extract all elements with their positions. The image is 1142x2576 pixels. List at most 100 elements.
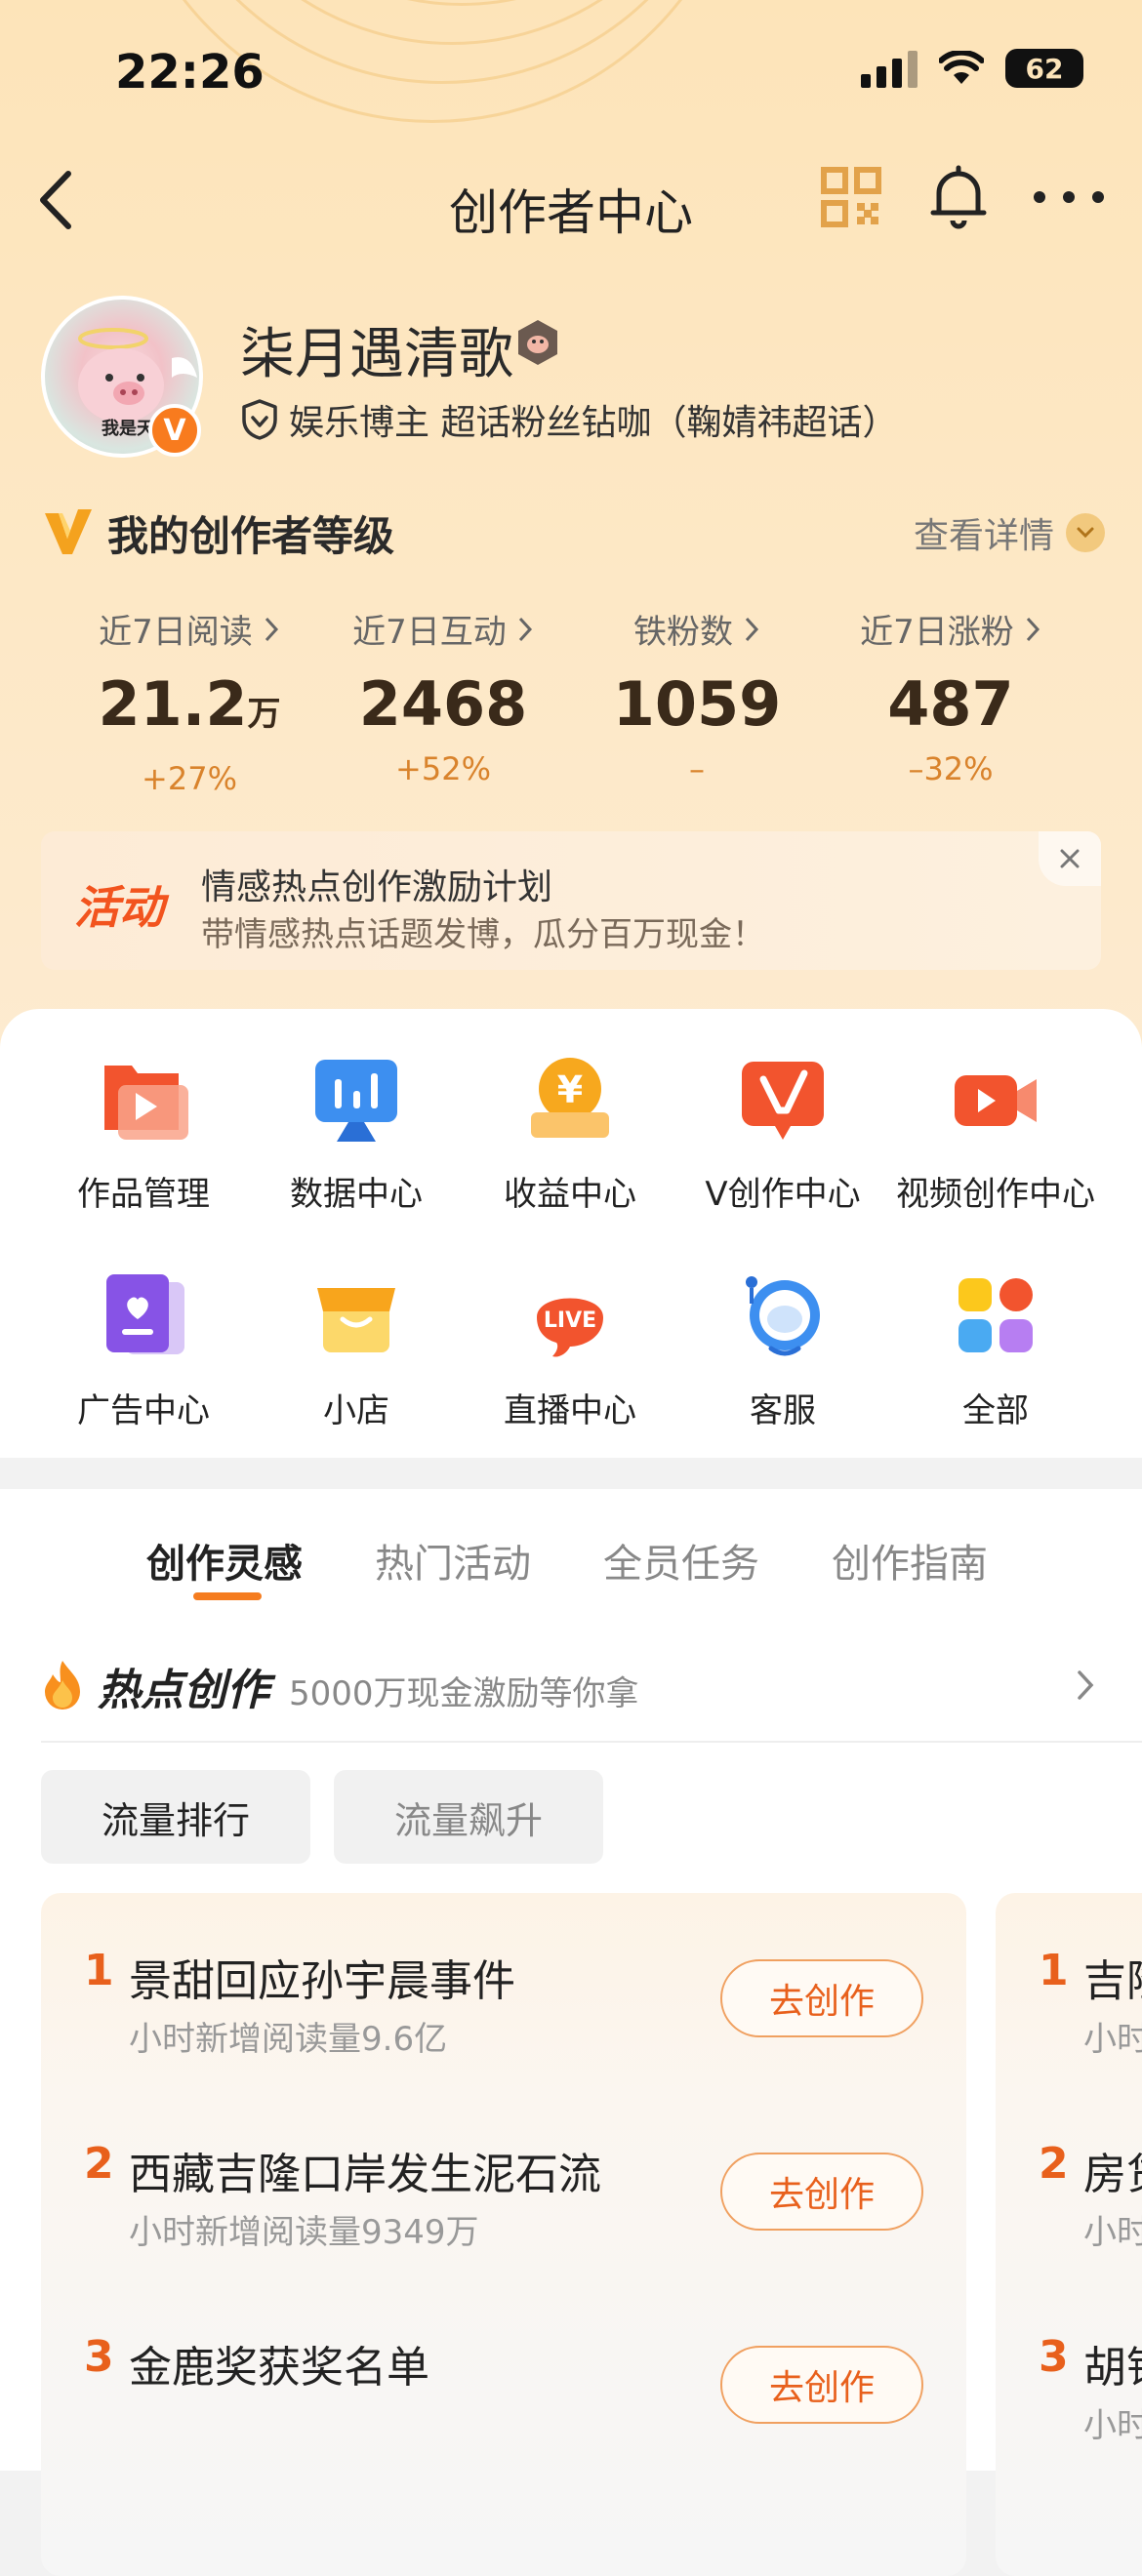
rank-number: 1 bbox=[84, 1946, 114, 1995]
grid-item-v-create[interactable]: V创作中心 bbox=[675, 1052, 890, 1215]
service-icon bbox=[746, 1276, 820, 1356]
grid-item-ad[interactable]: 广告中心 bbox=[36, 1268, 251, 1431]
view-details-link[interactable]: 查看详情 bbox=[914, 507, 1105, 558]
rank-title: 吉隆 bbox=[1083, 1956, 1142, 2006]
wifi-icon bbox=[939, 51, 984, 84]
grid-label: 客服 bbox=[750, 1391, 816, 1430]
stat-change: +52% bbox=[395, 750, 491, 787]
tools-grid: 作品管理 数据中心 ¥ 收益中心 V创作中心 视频创作中心 广告中心 小店 LI… bbox=[0, 1009, 1142, 1458]
ranking-item[interactable]: 2 西藏吉隆口岸发生泥石流 小时新增阅读量9349万 去创作 bbox=[41, 2129, 966, 2305]
battery-icon: 62 bbox=[1005, 49, 1083, 88]
user-subtitle: 娱乐博主 超话粉丝钻咖（鞠婧祎超话） bbox=[289, 403, 898, 443]
inspiration-section: 创作灵感 热门活动 全员任务 创作指南 热点创作 5000万现金激励等你拿 流量… bbox=[0, 1489, 1142, 2576]
view-details-label: 查看详情 bbox=[913, 516, 1054, 556]
hot-creation-title: 热点创作 bbox=[98, 1666, 269, 1715]
rank-title: 西藏吉隆口岸发生泥石流 bbox=[129, 2150, 601, 2199]
more-icon[interactable] bbox=[1030, 178, 1108, 217]
banner-title: 情感热点创作激励计划 bbox=[201, 867, 553, 907]
rank-title: 景甜回应孙宇晨事件 bbox=[129, 1956, 515, 2006]
go-create-button[interactable]: 去创作 bbox=[720, 2346, 923, 2424]
stat-label: 铁粉数 bbox=[633, 613, 733, 652]
stat-iron-fans[interactable]: 铁粉数 1059 – bbox=[570, 605, 824, 787]
rank-number: 3 bbox=[84, 2332, 114, 2382]
ranking-item[interactable]: 1 吉隆 小时 bbox=[996, 1936, 1142, 2112]
grid-item-video[interactable]: 视频创作中心 bbox=[888, 1052, 1103, 1215]
go-create-button[interactable]: 去创作 bbox=[720, 2153, 923, 2231]
ranking-item[interactable]: 3 金鹿奖获奖名单 去创作 bbox=[41, 2322, 966, 2498]
grid-label: 数据中心 bbox=[290, 1175, 423, 1214]
grid-item-works[interactable]: 作品管理 bbox=[36, 1052, 251, 1215]
stat-label: 近7日互动 bbox=[352, 613, 507, 652]
income-icon: ¥ bbox=[531, 1058, 609, 1138]
chevron-right-icon bbox=[745, 617, 759, 641]
grid-label: 视频创作中心 bbox=[896, 1175, 1095, 1214]
tab-all-tasks[interactable]: 全员任务 bbox=[603, 1532, 759, 1589]
grid-label: 作品管理 bbox=[77, 1175, 210, 1214]
v-create-icon bbox=[742, 1062, 824, 1140]
grid-label: V创作中心 bbox=[705, 1175, 861, 1214]
grid-item-live[interactable]: LIVE 直播中心 bbox=[463, 1268, 677, 1431]
stat-new-fans[interactable]: 近7日涨粉 487 –32% bbox=[824, 605, 1078, 787]
grid-label: 广告中心 bbox=[77, 1391, 210, 1430]
rank-title: 胡锡 bbox=[1083, 2343, 1142, 2393]
bell-icon[interactable] bbox=[927, 164, 990, 232]
status-time: 22:26 bbox=[115, 45, 265, 100]
nav-bar: 创作者中心 bbox=[0, 156, 1142, 244]
creator-level-title: 我的创作者等级 bbox=[107, 512, 395, 560]
rank-subtitle: 小时 bbox=[1083, 2020, 1142, 2059]
go-create-button[interactable]: 去创作 bbox=[720, 1959, 923, 2037]
chevron-right-icon bbox=[265, 617, 278, 641]
tab-underline bbox=[193, 1592, 262, 1600]
tab-hot-activities[interactable]: 热门活动 bbox=[375, 1532, 531, 1589]
banner-subtitle: 带情感热点话题发博，瓜分百万现金！ bbox=[201, 915, 765, 954]
divider bbox=[41, 1741, 1142, 1743]
stat-read[interactable]: 近7日阅读 21.2万 +27% bbox=[62, 605, 316, 797]
stat-label: 近7日阅读 bbox=[99, 613, 253, 652]
grid-item-data[interactable]: 数据中心 bbox=[249, 1052, 464, 1215]
stat-unit: 万 bbox=[247, 695, 281, 734]
stat-change: – bbox=[689, 750, 705, 787]
stat-change: –32% bbox=[908, 750, 994, 787]
medal-icon[interactable] bbox=[515, 318, 560, 367]
stat-label: 近7日涨粉 bbox=[860, 613, 1014, 652]
svg-text:LIVE: LIVE bbox=[544, 1308, 596, 1333]
ranking-card-next: 1 吉隆 小时 2 房贷 小时 3 胡锡 小时 bbox=[996, 1893, 1142, 2576]
v-level-icon bbox=[45, 509, 92, 554]
status-icons: 62 bbox=[861, 49, 1083, 88]
grid-label: 小店 bbox=[323, 1391, 389, 1430]
rank-number: 2 bbox=[84, 2139, 114, 2189]
rank-subtitle: 小时 bbox=[1083, 2406, 1142, 2445]
creator-level-row[interactable]: 我的创作者等级 查看详情 bbox=[41, 498, 1105, 566]
stat-value: 2468 bbox=[358, 668, 528, 740]
verified-badge: V bbox=[148, 404, 201, 457]
tab-inspiration[interactable]: 创作灵感 bbox=[146, 1532, 303, 1589]
user-title-row[interactable]: 娱乐博主 超话粉丝钻咖（鞠婧祎超话） bbox=[240, 394, 897, 445]
qr-code-icon[interactable] bbox=[820, 166, 882, 228]
chevron-right-icon bbox=[518, 617, 532, 641]
hot-creation-subtitle: 5000万现金激励等你拿 bbox=[289, 1674, 639, 1713]
grid-item-income[interactable]: ¥ 收益中心 bbox=[463, 1052, 677, 1215]
ad-icon bbox=[106, 1274, 184, 1354]
chevron-right-icon bbox=[1078, 1670, 1094, 1700]
ranking-item[interactable]: 3 胡锡 小时 bbox=[996, 2322, 1142, 2498]
close-icon[interactable] bbox=[1039, 831, 1101, 886]
rank-title: 金鹿奖获奖名单 bbox=[129, 2343, 429, 2393]
stat-interaction[interactable]: 近7日互动 2468 +52% bbox=[316, 605, 570, 787]
grid-item-all[interactable]: 全部 bbox=[888, 1268, 1103, 1431]
ranking-item[interactable]: 2 房贷 小时 bbox=[996, 2129, 1142, 2305]
ranking-item[interactable]: 1 景甜回应孙宇晨事件 小时新增阅读量9.6亿 去创作 bbox=[41, 1936, 966, 2112]
stat-value: 1059 bbox=[612, 668, 782, 740]
tab-bar: 创作灵感 热门活动 全员任务 创作指南 bbox=[0, 1522, 1142, 1600]
tab-guide[interactable]: 创作指南 bbox=[832, 1532, 988, 1589]
rank-subtitle: 小时 bbox=[1083, 2213, 1142, 2252]
chip-traffic-rank[interactable]: 流量排行 bbox=[41, 1770, 310, 1864]
stat-value: 487 bbox=[887, 668, 1014, 740]
grid-item-service[interactable]: 客服 bbox=[675, 1268, 890, 1431]
grid-item-shop[interactable]: 小店 bbox=[249, 1268, 464, 1431]
rank-subtitle: 小时新增阅读量9349万 bbox=[129, 2213, 479, 2252]
banner-tag: 活动 bbox=[74, 881, 164, 934]
hot-creation-row[interactable]: 热点创作 5000万现金激励等你拿 bbox=[41, 1645, 1105, 1723]
chip-traffic-rising[interactable]: 流量飙升 bbox=[334, 1770, 603, 1864]
svg-text:¥: ¥ bbox=[557, 1068, 583, 1111]
activity-banner[interactable]: 活动 情感热点创作激励计划 带情感热点话题发博，瓜分百万现金！ bbox=[41, 831, 1101, 970]
